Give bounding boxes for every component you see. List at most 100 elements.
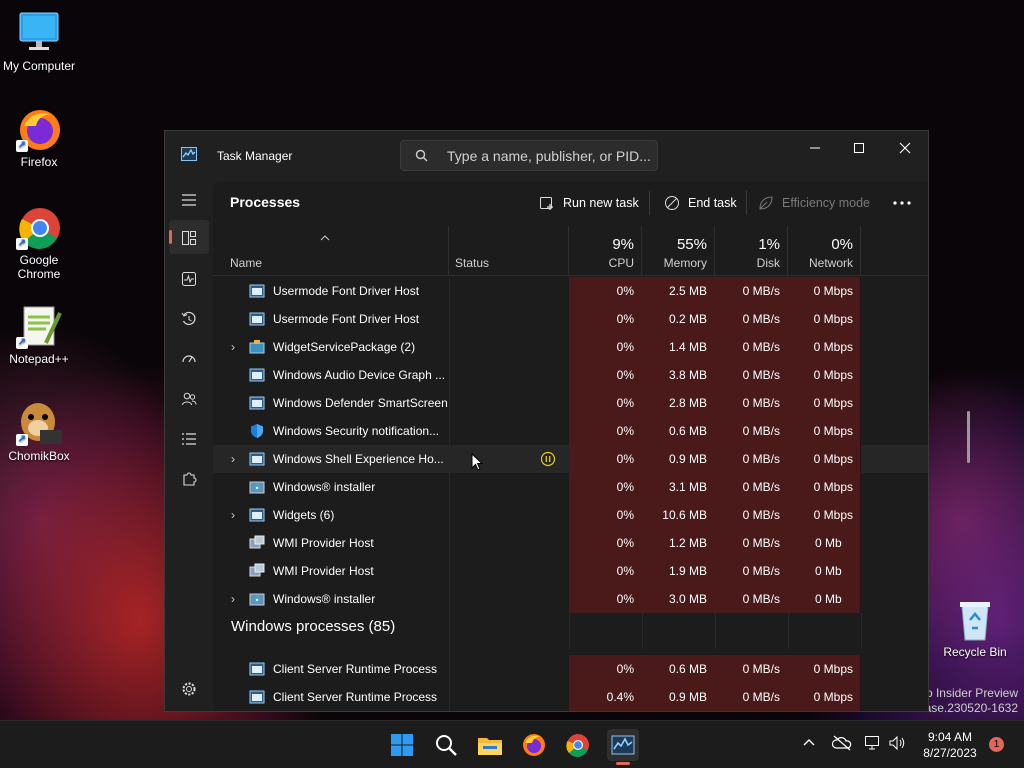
network-value: 0 Mbps bbox=[813, 424, 853, 438]
search-icon bbox=[436, 735, 457, 756]
minimize-button[interactable] bbox=[793, 133, 837, 163]
disk-value: 0 MB/s bbox=[742, 396, 780, 410]
table-row[interactable]: Client Server Runtime Process 0% 0.6 MB … bbox=[213, 655, 928, 683]
efficiency-mode-label: Efficiency mode bbox=[782, 196, 871, 210]
table-row[interactable]: WMI Provider Host 0% 1.9 MB 0 MB/s 0 Mb bbox=[213, 557, 928, 585]
search-input[interactable]: Type a name, publisher, or PID... bbox=[400, 140, 658, 171]
app-window-icon bbox=[249, 661, 265, 677]
table-row[interactable]: WMI Provider Host 0% 1.2 MB 0 MB/s 0 Mb bbox=[213, 529, 928, 557]
table-row[interactable]: Windows Audio Device Graph ... 0% 3.8 MB… bbox=[213, 361, 928, 389]
chevron-up-icon bbox=[803, 739, 815, 746]
column-disk[interactable]: 1% Disk bbox=[715, 226, 788, 276]
start-button[interactable] bbox=[386, 729, 418, 761]
table-row[interactable]: Windows Defender SmartScreen 0% 2.8 MB 0… bbox=[213, 389, 928, 417]
maximize-button[interactable] bbox=[837, 133, 881, 163]
notification-badge[interactable]: 1 bbox=[989, 737, 1004, 752]
taskbar-search-button[interactable] bbox=[430, 729, 462, 761]
taskbar-firefox[interactable] bbox=[518, 729, 550, 761]
group-header[interactable]: Windows processes (85) bbox=[213, 613, 928, 649]
table-row[interactable]: › Windows® installer 0% 3.0 MB 0 MB/s 0 … bbox=[213, 585, 928, 613]
folder-icon bbox=[478, 738, 502, 755]
nav-settings[interactable] bbox=[177, 677, 201, 701]
process-name: WidgetServicePackage (2) bbox=[273, 340, 416, 354]
nav-users[interactable] bbox=[177, 387, 201, 411]
taskbar-task-manager[interactable] bbox=[607, 729, 639, 761]
process-name: Usermode Font Driver Host bbox=[273, 312, 420, 326]
desktop-icon-label: My Computer bbox=[2, 59, 76, 73]
volume-tray-button[interactable] bbox=[888, 735, 906, 754]
users-icon bbox=[182, 392, 197, 406]
run-new-task-button[interactable]: Run new task bbox=[539, 193, 639, 213]
history-icon bbox=[181, 311, 196, 325]
memory-value: 1.9 MB bbox=[668, 564, 707, 578]
taskbar: 9:04 AM 8/27/2023 1 bbox=[0, 720, 1024, 768]
disk-value: 0 MB/s bbox=[742, 312, 780, 326]
expand-chevron-icon[interactable]: › bbox=[231, 340, 235, 354]
desktop-icon-my-computer[interactable]: My Computer bbox=[0, 10, 78, 73]
table-row[interactable]: Client Server Runtime Process 0.4% 0.9 M… bbox=[213, 683, 928, 711]
process-name: Usermode Font Driver Host bbox=[273, 284, 420, 298]
disk-value: 0 MB/s bbox=[742, 480, 780, 494]
performance-icon bbox=[182, 272, 196, 286]
table-row[interactable]: Windows® installer 0% 3.1 MB 0 MB/s 0 Mb… bbox=[213, 473, 928, 501]
more-options-button[interactable] bbox=[893, 193, 911, 213]
process-name: Windows Defender SmartScreen bbox=[273, 396, 448, 410]
expand-chevron-icon[interactable]: › bbox=[231, 592, 235, 606]
nav-details[interactable] bbox=[177, 427, 201, 451]
network-value: 0 Mbps bbox=[813, 312, 853, 326]
desktop-icon-recycle-bin[interactable]: Recycle Bin bbox=[936, 596, 1014, 659]
toolbar-separator bbox=[746, 191, 747, 215]
network-total: 0% bbox=[831, 236, 853, 253]
close-button[interactable] bbox=[883, 133, 927, 163]
title-bar[interactable]: Task Manager Type a name, publisher, or … bbox=[165, 131, 928, 181]
column-status[interactable]: Status bbox=[449, 226, 569, 276]
desktop-icon-notepadpp[interactable]: ↗ Notepad++ bbox=[0, 303, 78, 366]
group-column-divider bbox=[642, 613, 643, 649]
desktop-icon-chomikbox[interactable]: ↗ ChomikBox bbox=[0, 400, 78, 463]
app-window-icon bbox=[249, 689, 265, 705]
desktop-icon-chrome[interactable]: ↗ Google Chrome bbox=[0, 204, 78, 281]
table-row[interactable]: › WidgetServicePackage (2) 0% 1.4 MB 0 M… bbox=[213, 333, 928, 361]
column-cpu-label: CPU bbox=[608, 256, 634, 270]
network-tray-button[interactable] bbox=[864, 735, 882, 754]
table-row[interactable]: Usermode Font Driver Host 0% 2.5 MB 0 MB… bbox=[213, 277, 928, 305]
end-task-button[interactable]: End task bbox=[664, 193, 737, 213]
process-name: Client Server Runtime Process bbox=[273, 662, 438, 676]
taskbar-clock[interactable]: 9:04 AM 8/27/2023 bbox=[918, 729, 982, 761]
network-value: 0 Mbps bbox=[813, 690, 853, 704]
network-value: 0 Mb bbox=[815, 564, 842, 578]
run-task-icon bbox=[540, 197, 553, 210]
hamburger-menu-button[interactable] bbox=[177, 188, 201, 212]
desktop-icon-label: Notepad++ bbox=[9, 352, 69, 366]
onedrive-tray-button[interactable] bbox=[831, 735, 852, 754]
column-network[interactable]: 0% Network bbox=[788, 226, 861, 276]
nav-performance[interactable] bbox=[177, 267, 201, 291]
chrome-icon bbox=[566, 734, 589, 757]
taskbar-chrome[interactable] bbox=[562, 729, 594, 761]
column-cpu[interactable]: 9% CPU bbox=[569, 226, 642, 276]
nav-services[interactable] bbox=[177, 467, 201, 491]
taskbar-file-explorer[interactable] bbox=[474, 729, 506, 761]
table-row[interactable]: › Windows Shell Experience Ho... 0% 0.9 … bbox=[213, 445, 928, 473]
nav-startup-apps[interactable] bbox=[177, 347, 201, 371]
network-value: 0 Mbps bbox=[813, 452, 853, 466]
expand-chevron-icon[interactable]: › bbox=[231, 508, 235, 522]
efficiency-mode-button[interactable]: Efficiency mode bbox=[758, 193, 870, 213]
disk-value: 0 MB/s bbox=[742, 424, 780, 438]
table-row[interactable]: Windows Security notification... 0% 0.6 … bbox=[213, 417, 928, 445]
show-hidden-icons-button[interactable] bbox=[802, 735, 816, 752]
desktop-icon-firefox[interactable]: ↗ Firefox bbox=[0, 106, 78, 169]
column-memory[interactable]: 55% Memory bbox=[642, 226, 715, 276]
network-value: 0 Mb bbox=[815, 592, 842, 606]
memory-value: 10.6 MB bbox=[662, 508, 707, 522]
memory-total: 55% bbox=[676, 236, 707, 253]
vertical-scrollbar-thumb[interactable] bbox=[967, 411, 970, 463]
wmi-icon bbox=[249, 535, 265, 551]
nav-app-history[interactable] bbox=[177, 307, 201, 331]
column-name[interactable]: Name bbox=[213, 226, 449, 276]
cpu-value: 0% bbox=[616, 452, 634, 466]
table-row[interactable]: › Widgets (6) 0% 10.6 MB 0 MB/s 0 Mbps bbox=[213, 501, 928, 529]
table-row[interactable]: Usermode Font Driver Host 0% 0.2 MB 0 MB… bbox=[213, 305, 928, 333]
expand-chevron-icon[interactable]: › bbox=[231, 452, 235, 466]
nav-processes[interactable] bbox=[177, 226, 201, 250]
